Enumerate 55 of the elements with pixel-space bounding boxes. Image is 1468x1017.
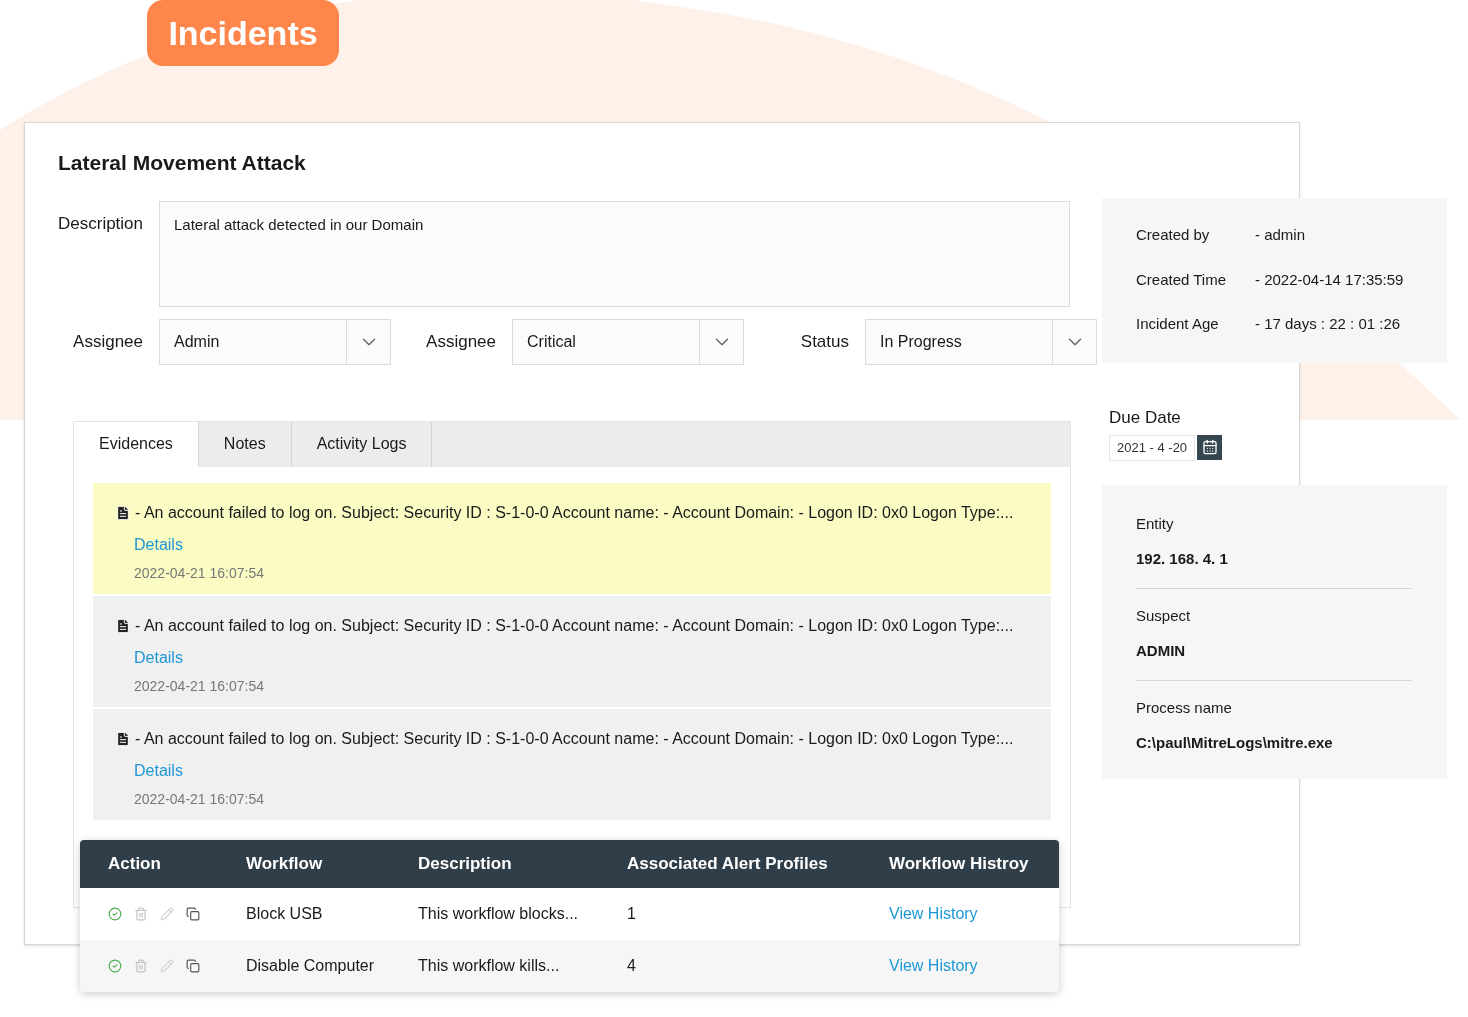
entity-value: C:\paul\MitreLogs\mitre.exe: [1136, 732, 1333, 753]
table-cell-text: Block USB: [246, 904, 324, 924]
entity-label: Suspect: [1136, 606, 1191, 626]
edit-icon[interactable]: [160, 907, 174, 921]
info-label: Created Time: [1136, 269, 1228, 290]
description-label: Description: [58, 212, 145, 235]
select-label: Assignee: [72, 330, 144, 353]
entity-value: ADMIN: [1136, 640, 1186, 661]
document-icon: [115, 617, 131, 634]
table-cell-text: This workflow blocks...: [418, 904, 580, 924]
document-icon: [115, 730, 131, 747]
check-icon[interactable]: [108, 907, 122, 921]
copy-icon[interactable]: [186, 959, 200, 973]
incident-title: Lateral Movement Attack: [58, 150, 306, 176]
info-label: Created by: [1136, 225, 1211, 245]
calendar-icon: [1201, 439, 1218, 455]
select-label: Status: [799, 330, 850, 353]
select-dropdown[interactable]: Critical: [512, 318, 744, 365]
due-date-field[interactable]: 2021 - 4 -20: [1109, 434, 1196, 461]
table-cell-text: 1: [627, 904, 637, 924]
document-icon: [115, 504, 131, 521]
delete-icon[interactable]: [134, 959, 148, 973]
incidents-badge: Incidents: [147, 0, 339, 66]
select-dropdown[interactable]: In Progress: [865, 318, 1097, 365]
entity-value: 192. 168. 4. 1: [1136, 548, 1228, 569]
evidence-text: - An account failed to log on. Subject: Security ID : S-1-0-0 Account name: - Account Domain: - Logon ID: 0x0 Logon Type:...: [135, 502, 1014, 523]
table-cell-text: Disable Computer: [246, 956, 376, 976]
check-icon[interactable]: [108, 959, 122, 973]
edit-icon[interactable]: [160, 959, 174, 973]
entity-label: Process name: [1136, 698, 1232, 718]
column-header: Associated Alert Profiles: [627, 853, 829, 876]
info-value: - admin: [1255, 225, 1306, 245]
table-cell-text: 4: [627, 956, 637, 976]
evidence-time: 2022-04-21 16:07:54: [134, 563, 264, 583]
calendar-button[interactable]: [1197, 434, 1223, 460]
column-header: Action: [108, 853, 162, 876]
evidence-text: - An account failed to log on. Subject: Security ID : S-1-0-0 Account name: - Account Domain: - Logon ID: 0x0 Logon Type:...: [135, 615, 1014, 636]
info-label: Incident Age: [1136, 314, 1220, 334]
copy-icon[interactable]: [186, 907, 200, 921]
evidence-time: 2022-04-21 16:07:54: [134, 789, 264, 809]
entity-label: Entity: [1136, 514, 1174, 534]
select-label: Assignee: [425, 330, 497, 353]
delete-icon[interactable]: [134, 907, 148, 921]
evidence-text: - An account failed to log on. Subject: Security ID : S-1-0-0 Account name: - Account Domain: - Logon ID: 0x0 Logon Type:...: [135, 728, 1014, 749]
due-date-label: Due Date: [1109, 407, 1181, 429]
column-header: Description: [418, 853, 513, 876]
evidence-time: 2022-04-21 16:07:54: [134, 676, 264, 696]
table-cell-text: This workflow kills...: [418, 956, 561, 976]
description-field[interactable]: Lateral attack detected in our Domain: [159, 200, 1070, 307]
info-value: - 17 days : 22 : 01 :26: [1255, 314, 1401, 334]
column-header: Workflow: [246, 853, 324, 876]
select-dropdown[interactable]: Admin: [159, 318, 391, 365]
column-header: Workflow Histroy: [889, 853, 1030, 876]
info-value: - 2022-04-14 17:35:59: [1255, 269, 1404, 290]
tab[interactable]: Evidences: [74, 421, 199, 467]
